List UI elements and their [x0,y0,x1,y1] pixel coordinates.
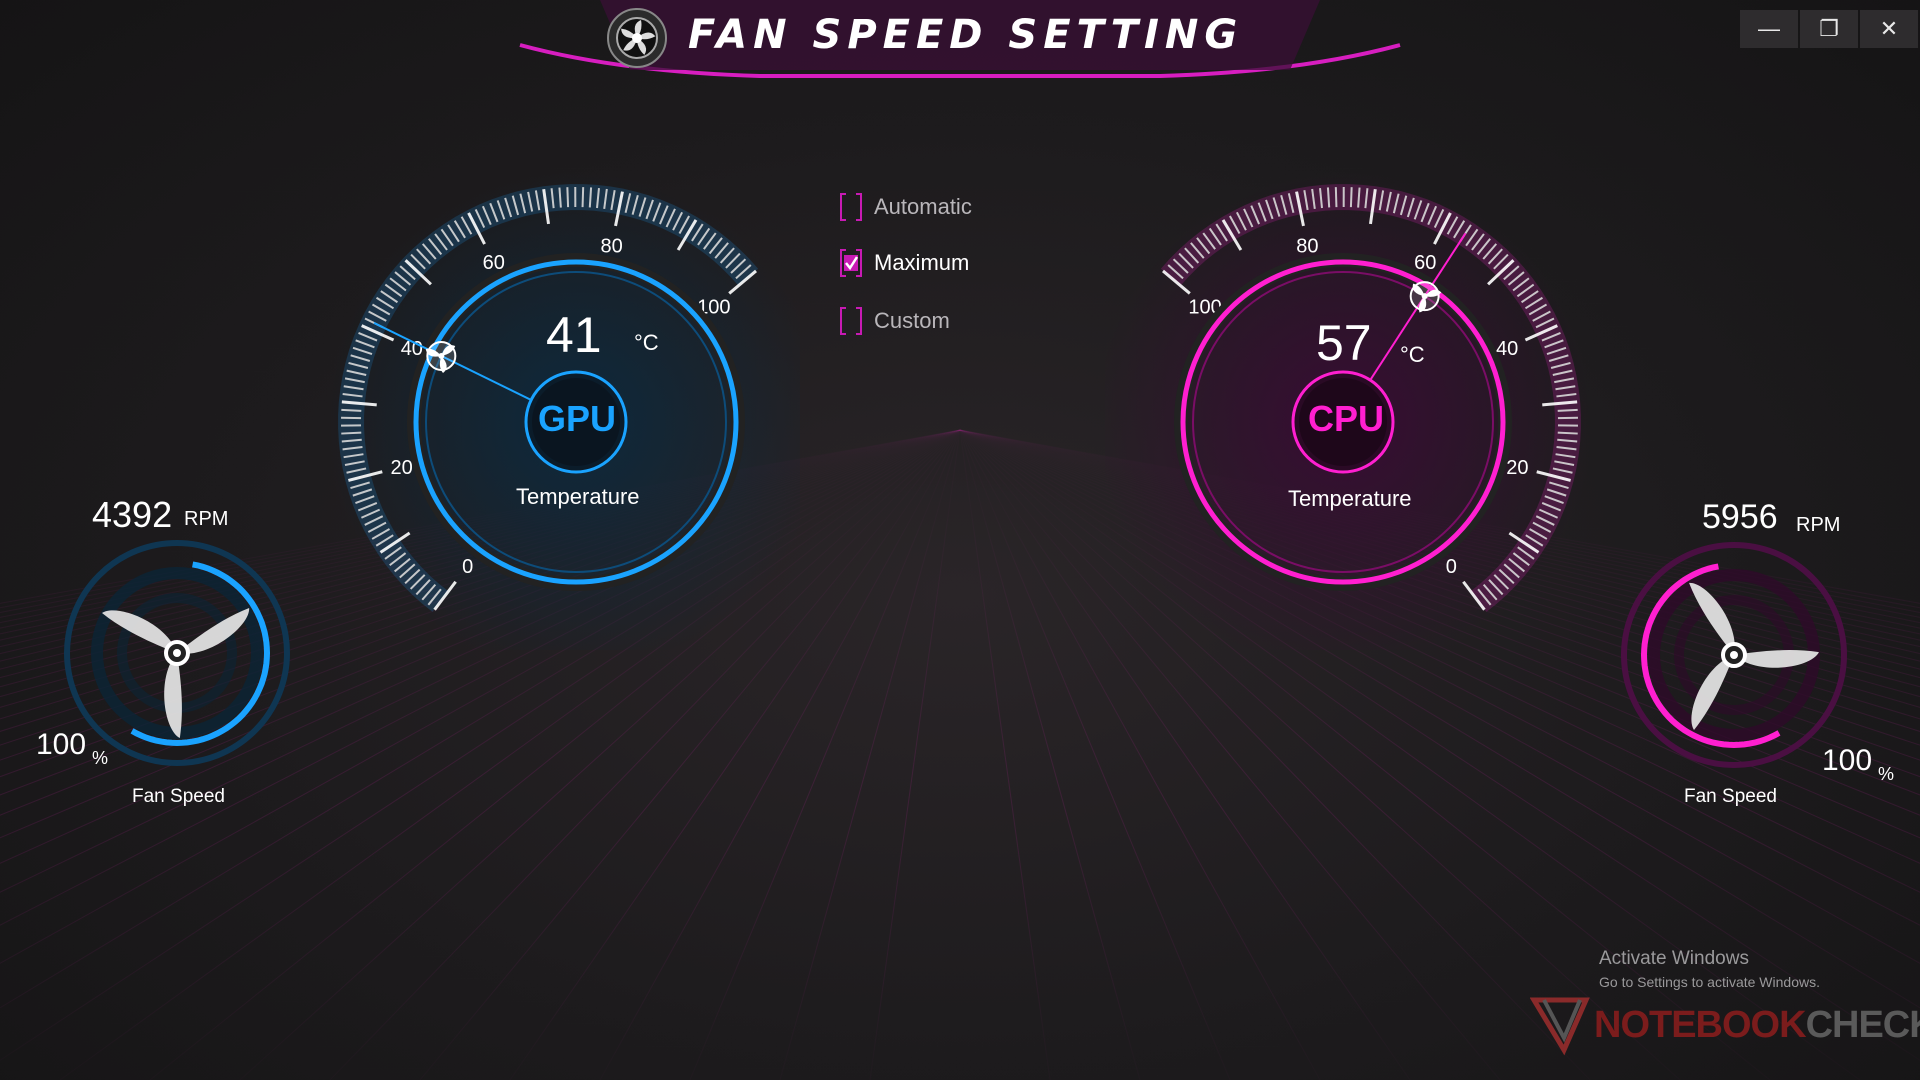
cpu-tick [1557,431,1578,435]
watermark-brand-a: NOTEBOOK [1594,1003,1807,1046]
cpu-temperature-caption: Temperature [1288,486,1412,511]
window-title: FAN SPEED SETTING [688,12,1244,58]
activate-windows-subtitle: Go to Settings to activate Windows. [1599,974,1820,990]
gpu-temperature-value: 41 [546,307,602,363]
cpu-tick [1357,187,1361,208]
restore-icon: ❐ [1819,16,1839,41]
cpu-temperature-gauge: 020406080100 [1105,172,1593,650]
activate-windows-title: Activate Windows [1599,948,1749,969]
gpu-tick [341,408,362,412]
cpu-temperature-value: 57 [1316,315,1372,371]
gpu-temperature-gauge: 020406080100 [326,172,800,650]
gpu-tick [558,187,562,208]
cpu-fan-percent-value: 100 [1822,744,1873,777]
cpu-tick-label: 0 [1446,556,1457,578]
cpu-fan-percent-unit: % [1878,764,1895,784]
gpu-fan-percent-unit: % [92,748,109,768]
gpu-temperature-caption: Temperature [516,484,640,509]
cpu-fan-caption: Fan Speed [1684,786,1777,807]
cpu-tick [1557,408,1578,412]
custom-checkbox[interactable] [838,306,864,336]
mode-custom[interactable]: Custom [838,306,950,336]
minimize-icon: — [1758,16,1780,41]
cpu-chip-label: CPU [1308,398,1385,439]
cpu-tick [1334,187,1338,208]
gpu-temperature-unit: °C [634,330,659,355]
cpu-fan-rpm-value: 5956 [1702,498,1778,536]
gpu-fan-rpm-value: 4392 [92,494,173,535]
watermark-brand-b: CHECK [1805,1003,1920,1046]
cpu-tick [1326,187,1331,208]
gpu-tick-label: 0 [462,556,473,578]
gpu-tick [566,187,570,208]
gpu-tick [341,431,362,435]
minimize-button[interactable]: — [1740,10,1798,48]
mode-automatic-label: Automatic [874,194,972,219]
mode-maximum[interactable]: Maximum [838,248,969,278]
gpu-chip-label: GPU [538,398,617,439]
gpu-fan-level-arc [130,561,271,747]
restore-button[interactable]: ❐ [1800,10,1858,48]
automatic-checkbox[interactable] [838,192,864,222]
cpu-tick-label: 40 [1496,338,1518,360]
close-icon: ✕ [1879,16,1899,41]
cpu-fan-rpm-unit: RPM [1796,514,1841,536]
gpu-fan-widget [64,540,290,766]
gpu-tick [581,187,585,208]
cpu-tick [1349,187,1353,208]
gpu-fan-caption: Fan Speed [132,786,225,807]
mode-automatic[interactable]: Automatic [838,192,972,222]
gpu-tick-label: 20 [391,457,413,479]
gpu-tick [588,187,593,208]
mode-maximum-label: Maximum [874,250,970,275]
cpu-temperature-unit: °C [1400,342,1425,367]
cpu-tick-label: 80 [1296,236,1318,258]
mode-custom-label: Custom [874,308,950,333]
close-button[interactable]: ✕ [1860,10,1918,48]
gpu-fan-percent-value: 100 [36,728,87,761]
cpu-tick-label: 20 [1506,457,1528,479]
gpu-tick-label: 80 [600,236,622,258]
notebookcheck-logo-icon [1530,997,1590,1056]
gpu-fan-rpm-unit: RPM [184,508,229,530]
notebookcheck-watermark: NOTEBOOKCHECK [1530,990,1920,1060]
fan-logo-icon [607,8,667,68]
maximum-checkbox[interactable] [838,248,864,278]
